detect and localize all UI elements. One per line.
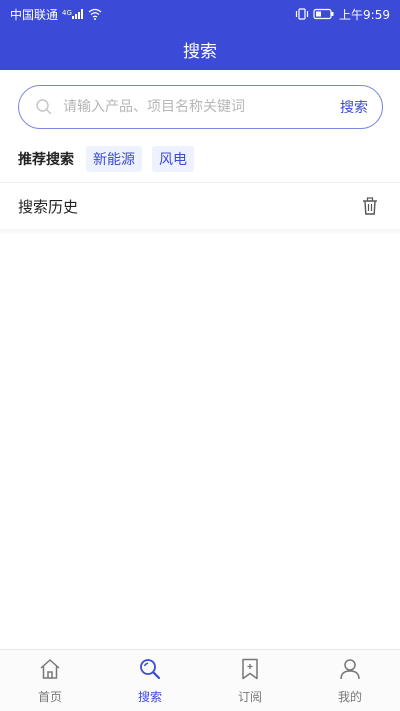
signal-icon: 4G — [62, 8, 84, 20]
page-header: 搜索 — [0, 28, 400, 70]
trash-icon[interactable] — [358, 194, 382, 218]
vibrate-icon — [295, 8, 309, 20]
status-left: 中国联通 4G — [10, 6, 102, 23]
app-root: 中国联通 4G 上午9:59 搜索 请输入产品、项目名称关键词 搜索 推荐搜索 … — [0, 0, 400, 711]
tab-subscribe-label: 订阅 — [237, 689, 262, 704]
status-bar: 中国联通 4G 上午9:59 — [0, 0, 400, 28]
clock: 上午9:59 — [339, 7, 390, 22]
search-history-title: 搜索历史 — [18, 197, 79, 216]
search-button[interactable]: 搜索 — [340, 97, 368, 117]
tab-mine[interactable]: 我的 — [300, 650, 400, 711]
recommended-tag[interactable]: 新能源 — [86, 146, 142, 172]
tab-search[interactable]: 搜索 — [100, 650, 200, 711]
tab-home[interactable]: 首页 — [0, 650, 100, 711]
tab-mine-label: 我的 — [337, 689, 362, 704]
recommended-search-title: 推荐搜索 — [18, 152, 74, 168]
status-right: 上午9:59 — [295, 6, 390, 23]
signal-type-label: 4G — [62, 9, 72, 17]
search-input[interactable] — [63, 99, 340, 115]
battery-icon — [313, 8, 335, 20]
user-icon — [338, 657, 362, 685]
tab-search-label: 搜索 — [137, 689, 162, 704]
search-icon — [33, 96, 55, 118]
tab-subscribe[interactable]: 订阅 — [200, 650, 300, 711]
recommended-search: 推荐搜索 新能源 风电 — [18, 146, 194, 172]
bookmark-icon — [238, 657, 262, 685]
search-history-header: 搜索历史 — [0, 183, 400, 229]
search-icon — [138, 657, 162, 685]
tab-home-label: 首页 — [37, 689, 62, 704]
wifi-icon — [88, 8, 102, 20]
home-icon — [38, 657, 62, 685]
recommended-tag[interactable]: 风电 — [152, 146, 194, 172]
bottom-tab-bar: 首页 搜索 订阅 我的 — [0, 649, 400, 711]
carrier-name: 中国联通 — [10, 7, 59, 22]
page-title: 搜索 — [183, 41, 217, 62]
history-shadow — [0, 229, 400, 235]
search-bar: 搜索 — [18, 85, 383, 129]
